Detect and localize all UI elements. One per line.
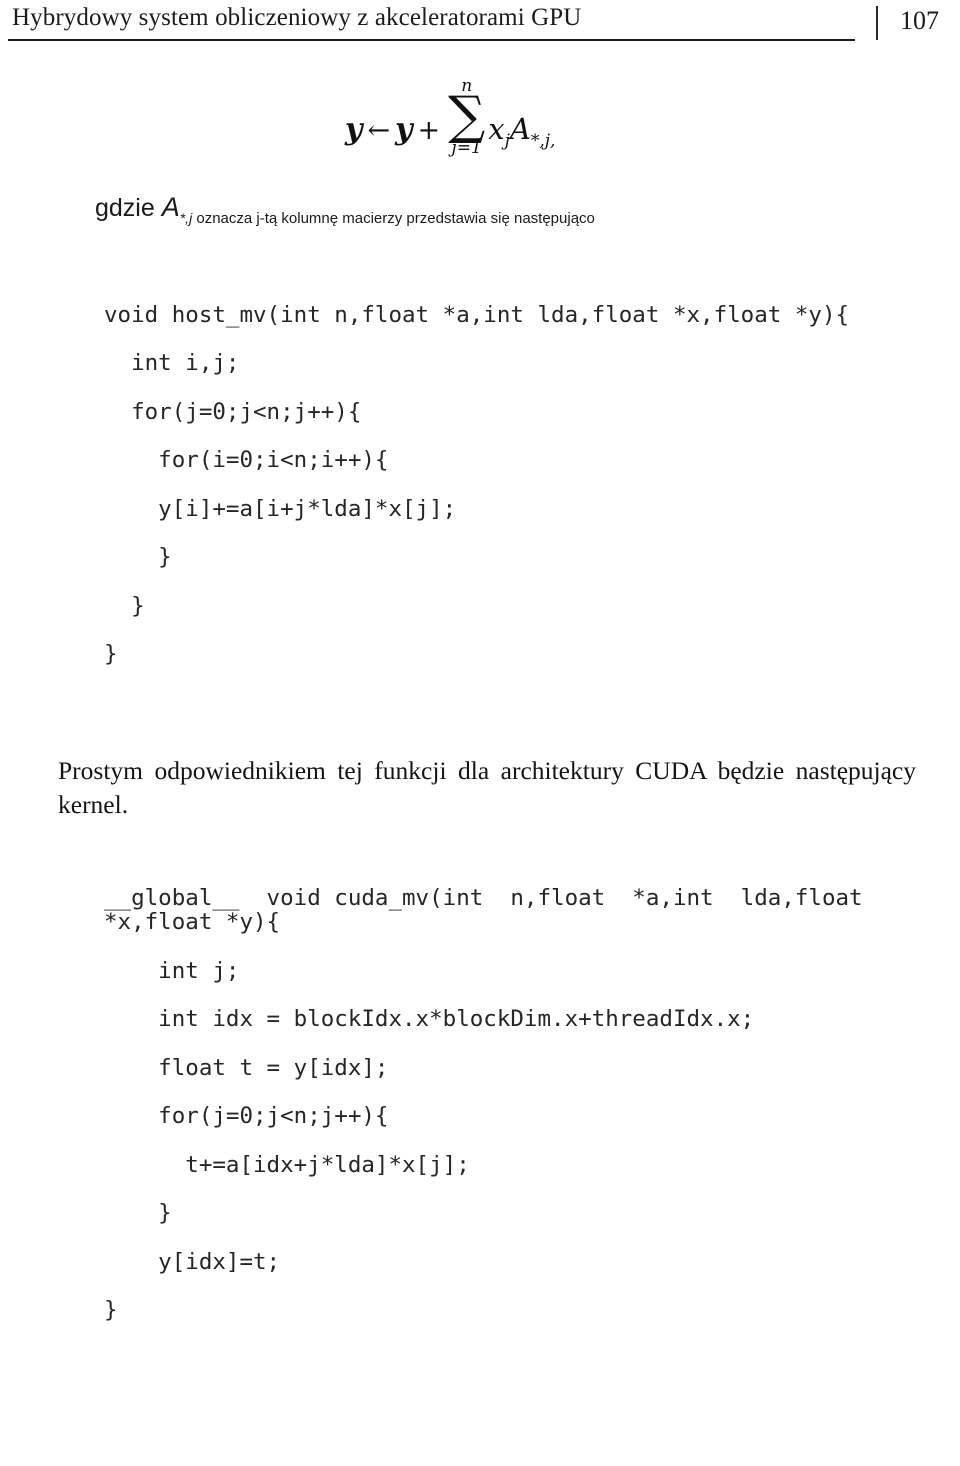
formula-term-x: x [488,111,505,146]
body-paragraph: Prostym odpowiednikiem tej funkcji dla a… [58,756,916,819]
gdzie-lead-text: gdzie [95,194,162,222]
code-line: } [104,1200,172,1226]
gdzie-matrix-subscript: *,j [179,210,193,226]
code-line: void host_mv(int n,float *a,int lda,floa… [104,301,850,328]
code-line: } [104,592,145,619]
code-line: y[idx]=t; [104,1248,281,1275]
formula-term-matrix-subscript: *,j, [530,130,556,151]
header-rule [8,39,855,41]
formula-lhs: y [345,111,363,147]
gdzie-description-text: oznacza j-tą kolumnę macierzy przedstawi… [192,210,595,227]
code-line: float t = y[idx]; [104,1054,389,1081]
code-line: } [104,641,118,667]
code-line: *x,float *y){ [104,909,281,935]
code-line: for(j=0;j<n;j++){ [104,398,362,425]
running-header-title: Hybrydowy system obliczeniowy z akcelera… [12,4,582,31]
code-line: t+=a[idx+j*lda]*x[j]; [104,1151,470,1178]
formula-explanation-line: gdzie A*,j oznacza j-tą kolumnę macierzy… [95,192,595,227]
display-formula: y ← y + n ∑ j=1 xjA*,j, [345,78,555,157]
sigma-icon: ∑ [448,86,486,146]
code-line: } [104,1297,118,1323]
code-line: y[i]+=a[i+j*lda]*x[j]; [104,495,457,522]
formula-term-matrix: A [509,111,531,146]
gdzie-matrix-symbol: A [161,192,180,222]
code-line: int idx = blockIdx.x*blockDim.x+threadId… [104,1006,755,1032]
code-line: int i,j; [104,350,240,376]
code-line: for(j=0;j<n;j++){ [104,1103,389,1129]
formula-rhs-first: y [395,111,413,147]
sum-lower-limit: j=1 [451,137,482,158]
page-number: 107 [900,6,939,35]
summation-operator: n ∑ j=1 [448,78,485,157]
code-block-host-mv: void host_mv(int n,float *a,int lda,floa… [104,301,850,692]
code-line: __global__ void cuda_mv(int n,float *a,i… [104,884,863,911]
formula-arrow-icon: ← [367,114,391,146]
code-line: for(i=0;i<n;i++){ [104,447,389,473]
page-header: Hybrydowy system obliczeniowy z akcelera… [0,0,960,46]
formula-plus: + [417,114,441,146]
code-line: } [104,544,172,570]
code-line: int j; [104,957,240,984]
header-separator-bar [876,6,878,40]
code-block-cuda-mv: __global__ void cuda_mv(int n,float *a,i… [104,884,863,1348]
